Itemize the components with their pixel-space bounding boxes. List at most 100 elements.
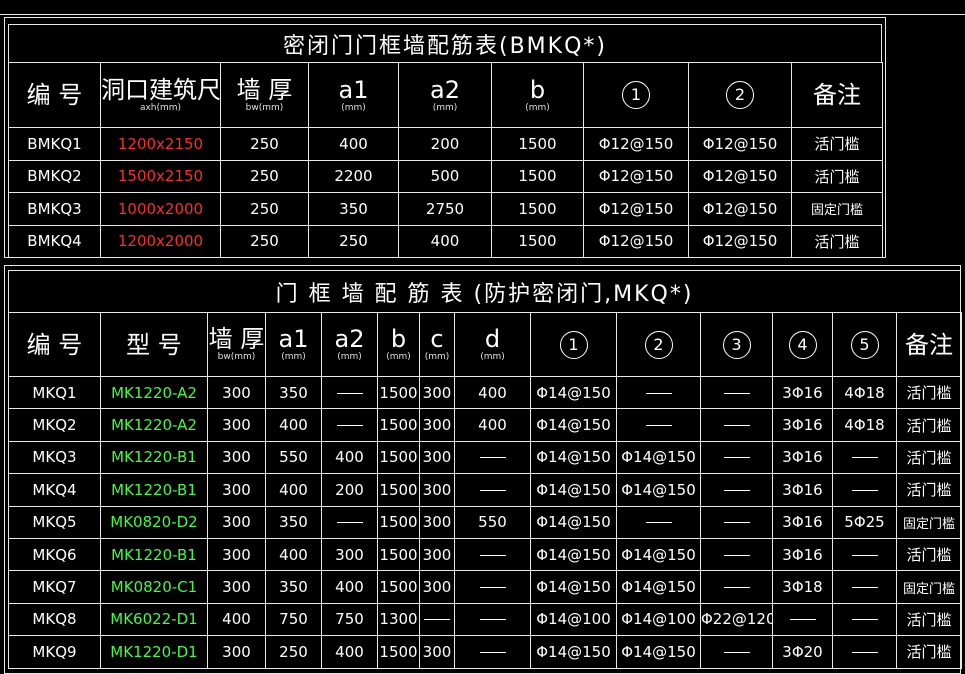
empty-dash (479, 489, 506, 491)
cell-value: 活门槛 (814, 232, 860, 251)
table-cell: 300 (207, 570, 266, 604)
empty-dash (645, 392, 672, 394)
cell-value: 活门槛 (814, 135, 860, 154)
table-cell: 1500 (377, 570, 420, 604)
header-unit: (mm) (337, 352, 362, 362)
cell-value: Φ12@150 (702, 134, 778, 153)
table-cell: Φ14@150 (530, 570, 617, 604)
table2-title: 门 框 墙 配 筋 表 (防护密闭门,MKQ*) (8, 270, 961, 312)
table-cell: 400 (454, 408, 531, 442)
header-label: 型 号 (126, 330, 182, 359)
table-cell (616, 408, 701, 442)
table-cell: 活门槛 (791, 224, 883, 258)
table-cell: 1200x2150 (100, 127, 221, 161)
empty-dash (723, 457, 750, 459)
table-cell: 550 (454, 505, 531, 539)
cell-value: 200 (335, 480, 364, 499)
table1-header-cell: b (mm) (491, 62, 584, 128)
cell-value: 300 (422, 383, 452, 402)
table1-header-cell: 备注 (791, 62, 883, 128)
table-cell: 固定门槛 (896, 505, 962, 539)
table-cell: MK6022-D1 (100, 602, 208, 637)
table-cell: Φ12@150 (583, 192, 689, 226)
header-label: 墙 厚 (236, 75, 293, 104)
table-cell: Φ14@100 (530, 602, 617, 637)
table-row: MKQ7 MK0820-C1 300 350 400 1500 300 Φ14@150 Φ14@… (8, 570, 962, 604)
cell-value: 1500 (379, 448, 418, 467)
cell-value: 1000x2000 (117, 199, 204, 218)
cell-value: 350 (279, 383, 308, 402)
cell-value: MK1220-A2 (111, 416, 197, 435)
cell-value: 4Φ18 (844, 416, 885, 435)
cell-value: MKQ9 (32, 642, 77, 661)
table-cell (700, 408, 773, 442)
cell-value: Φ14@150 (621, 578, 696, 597)
cell-value: 3Φ16 (782, 513, 823, 532)
cell-value: Φ14@150 (536, 383, 611, 402)
cell-value: 400 (222, 610, 251, 629)
cell-value: 250 (250, 199, 279, 218)
table-cell: 300 (207, 473, 266, 507)
table-cell: 活门槛 (896, 408, 962, 442)
cell-value: 400 (478, 383, 507, 402)
cell-value: 3Φ16 (782, 416, 823, 435)
table-cell: MK1220-A2 (100, 375, 208, 410)
table-cell: 300 (419, 537, 455, 572)
cell-value: Φ14@150 (536, 448, 611, 467)
table-cell: Φ14@150 (530, 473, 617, 507)
empty-dash (479, 457, 506, 459)
cell-value: 400 (339, 134, 368, 153)
table-row: MKQ5 MK0820-D2 300 350 1500 300 550 Φ14@150 3Φ16… (8, 505, 962, 539)
cell-value: Φ12@150 (702, 232, 778, 251)
header-label: b (390, 325, 407, 353)
table-cell: Φ12@150 (688, 224, 792, 258)
cell-value: 550 (478, 513, 507, 532)
table-row: MKQ3 MK1220-B1 300 550 400 1500 300 Φ14@150 Φ14@… (8, 440, 962, 475)
cell-value: Φ14@150 (621, 642, 696, 661)
table-row: BMKQ1 1200x2150 250 400 200 1500 Φ12@150 Φ12@15… (8, 127, 883, 161)
table-cell: MKQ3 (8, 440, 101, 475)
empty-dash (723, 587, 750, 589)
empty-dash (851, 489, 878, 491)
table-cell: 2750 (398, 192, 492, 226)
cell-value: 250 (250, 134, 279, 153)
table-cell: Φ14@150 (616, 440, 701, 475)
table-cell (454, 635, 531, 669)
table-cell: 活门槛 (791, 127, 883, 161)
cell-value: 300 (422, 513, 452, 532)
cell-value: 活门槛 (906, 610, 952, 629)
table-cell: 5Φ25 (832, 505, 897, 539)
header-label: c (430, 325, 444, 353)
table-cell: 400 (321, 570, 378, 604)
circled-number-label: 5 (850, 330, 879, 359)
table-cell: 400 (308, 127, 399, 161)
table-cell: 400 (265, 537, 322, 572)
table-cell (832, 570, 897, 604)
table-cell: 350 (265, 375, 322, 410)
circled-number-label: 2 (726, 81, 754, 109)
header-label: d (484, 325, 501, 353)
table-cell: MKQ2 (8, 408, 101, 442)
empty-dash (424, 619, 450, 621)
table2-header-cell: 2 (616, 312, 701, 377)
header-unit: (mm) (480, 352, 505, 362)
table-cell: Φ14@150 (616, 635, 701, 669)
table-cell: BMKQ3 (8, 192, 101, 226)
table-cell: 3Φ16 (772, 408, 833, 442)
cell-value: Φ14@150 (621, 480, 696, 499)
circled-number-label: 3 (722, 330, 751, 359)
table-cell: Φ14@150 (530, 375, 617, 410)
table2-header-cell: 备注 (896, 312, 962, 377)
table-row: MKQ4 MK1220-B1 300 400 200 1500 300 Φ14@150 Φ14@… (8, 473, 962, 507)
table-cell: Φ14@150 (530, 408, 617, 442)
table-cell: 300 (419, 473, 455, 507)
table1-header-cell: 洞口建筑尺寸axh(mm) (100, 62, 221, 128)
table-cell (419, 602, 455, 637)
table-cell: MK1220-B1 (100, 473, 208, 507)
table-cell: 400 (265, 408, 322, 442)
table-cell (700, 635, 773, 669)
table-cell: 活门槛 (896, 375, 962, 410)
cell-value: 1500 (379, 480, 418, 499)
table-cell: 300 (207, 537, 266, 572)
cell-value: 300 (422, 416, 452, 435)
